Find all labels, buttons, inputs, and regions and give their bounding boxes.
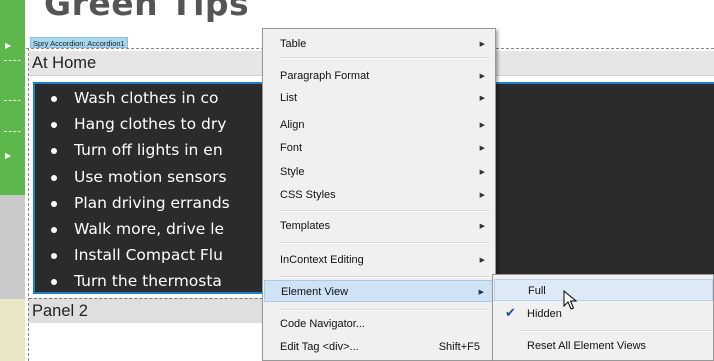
gutter-highlight	[0, 0, 25, 195]
menu-item-edit-tag[interactable]: Edit Tag <div>... Shift+F5	[264, 336, 494, 358]
menu-item-css-styles[interactable]: CSS Styles ▶	[264, 184, 494, 206]
menu-item-table[interactable]: Table ▶	[264, 33, 494, 55]
list-item: Wash clothes in co	[40, 85, 230, 111]
submenu-arrow-icon: ▶	[479, 191, 485, 199]
list-item-text: Use motion sensors	[74, 167, 227, 186]
tips-list: Wash clothes in co Hang clothes to dry T…	[40, 85, 230, 295]
menu-item-label: Hidden	[527, 308, 562, 320]
submenu-item-full[interactable]: Full	[494, 279, 713, 301]
mouse-cursor-icon	[563, 290, 577, 310]
expand-arrow-icon[interactable]: ▶	[5, 41, 11, 50]
list-item: Hang clothes to dry	[40, 111, 230, 137]
menu-separator	[279, 57, 489, 59]
bullet-icon	[51, 122, 57, 129]
menu-item-shortcut: Shift+F5	[438, 341, 480, 353]
checkmark-icon: ✔	[505, 306, 516, 321]
list-item: Plan driving errands	[40, 190, 230, 216]
menu-item-label: Align	[280, 119, 305, 131]
submenu-arrow-icon: ▶	[479, 72, 485, 80]
menu-separator	[521, 330, 711, 332]
menu-separator	[279, 242, 489, 244]
menu-item-list[interactable]: List ▶	[264, 87, 494, 109]
list-item-text: Plan driving errands	[74, 193, 230, 212]
submenu-arrow-icon: ▶	[479, 121, 485, 129]
bullet-icon	[51, 200, 57, 207]
menu-item-element-view[interactable]: Element View ▶	[264, 280, 494, 302]
menu-item-label: Paragraph Format	[280, 70, 370, 82]
submenu-arrow-icon: ▶	[479, 168, 485, 176]
list-item-text: Wash clothes in co	[74, 89, 219, 107]
bullet-icon	[51, 279, 57, 286]
menu-item-label: Font	[280, 142, 303, 154]
menu-item-label: Table	[280, 38, 307, 50]
submenu-arrow-icon: ▶	[479, 144, 485, 152]
menu-item-style[interactable]: Style ▶	[264, 161, 494, 183]
submenu-arrow-icon: ▶	[479, 222, 485, 230]
menu-separator	[279, 309, 489, 311]
list-item: Walk more, drive le	[40, 216, 230, 242]
menu-item-label: Style	[280, 166, 305, 178]
menu-item-templates[interactable]: Templates ▶	[264, 215, 494, 237]
menu-item-label: Full	[528, 285, 546, 297]
submenu-arrow-icon: ▶	[479, 40, 485, 48]
menu-item-font[interactable]: Font ▶	[264, 137, 494, 159]
menu-item-align[interactable]: Align ▶	[264, 114, 494, 136]
list-item: Turn off lights in en	[40, 137, 230, 163]
menu-separator	[279, 210, 489, 212]
context-menu: Table ▶ Paragraph Format ▶ List ▶ Align …	[262, 28, 496, 361]
menu-item-label: InContext Editing	[280, 254, 364, 266]
bullet-icon	[51, 253, 57, 260]
list-item-text: Walk more, drive le	[74, 219, 225, 238]
menu-item-label: Templates	[280, 220, 331, 232]
menu-item-paragraph-format[interactable]: Paragraph Format ▶	[264, 65, 494, 87]
bullet-icon	[51, 174, 57, 181]
expand-arrow-icon[interactable]: ▶	[5, 151, 11, 160]
gutter-divider	[4, 100, 21, 101]
submenu-item-hidden[interactable]: ✔ Hidden	[494, 303, 713, 325]
submenu-arrow-icon: ▶	[479, 94, 485, 102]
menu-item-incontext-editing[interactable]: InContext Editing ▶	[264, 249, 494, 271]
page-heading: Green Tips	[44, 0, 250, 23]
list-item-text: Install Compact Flu	[74, 246, 223, 265]
menu-separator	[279, 276, 489, 278]
menu-item-label: Element View	[281, 286, 349, 298]
submenu-arrow-icon: ▶	[479, 256, 485, 264]
list-item: Use motion sensors	[40, 164, 230, 190]
list-item-text: Turn off lights in en	[74, 141, 223, 160]
menu-item-label: Code Navigator...	[280, 318, 365, 330]
menu-item-label: Edit Tag <div>...	[280, 341, 359, 353]
gutter-marker	[0, 299, 25, 361]
element-view-submenu: Full ✔ Hidden Reset All Element Views	[492, 274, 714, 361]
list-item: Install Compact Flu	[40, 242, 230, 268]
gutter-divider	[4, 131, 21, 132]
submenu-arrow-icon: ▶	[478, 288, 484, 296]
submenu-item-reset-all-element-views[interactable]: Reset All Element Views	[494, 335, 713, 357]
menu-item-label: List	[280, 92, 298, 104]
bullet-icon	[51, 148, 57, 155]
gutter-divider	[4, 60, 21, 61]
menu-item-code-navigator[interactable]: Code Navigator...	[264, 313, 494, 335]
spry-accordion-tag[interactable]: Spry Accordion: Accordion1	[30, 37, 128, 48]
bullet-icon	[51, 96, 57, 102]
list-item: Turn the thermosta	[40, 268, 230, 294]
bullet-icon	[51, 226, 57, 233]
menu-item-label: Reset All Element Views	[527, 340, 647, 352]
list-item-text: Turn the thermosta	[74, 272, 222, 291]
list-item-text: Hang clothes to dry	[74, 115, 227, 134]
menu-item-label: CSS Styles	[280, 189, 336, 201]
